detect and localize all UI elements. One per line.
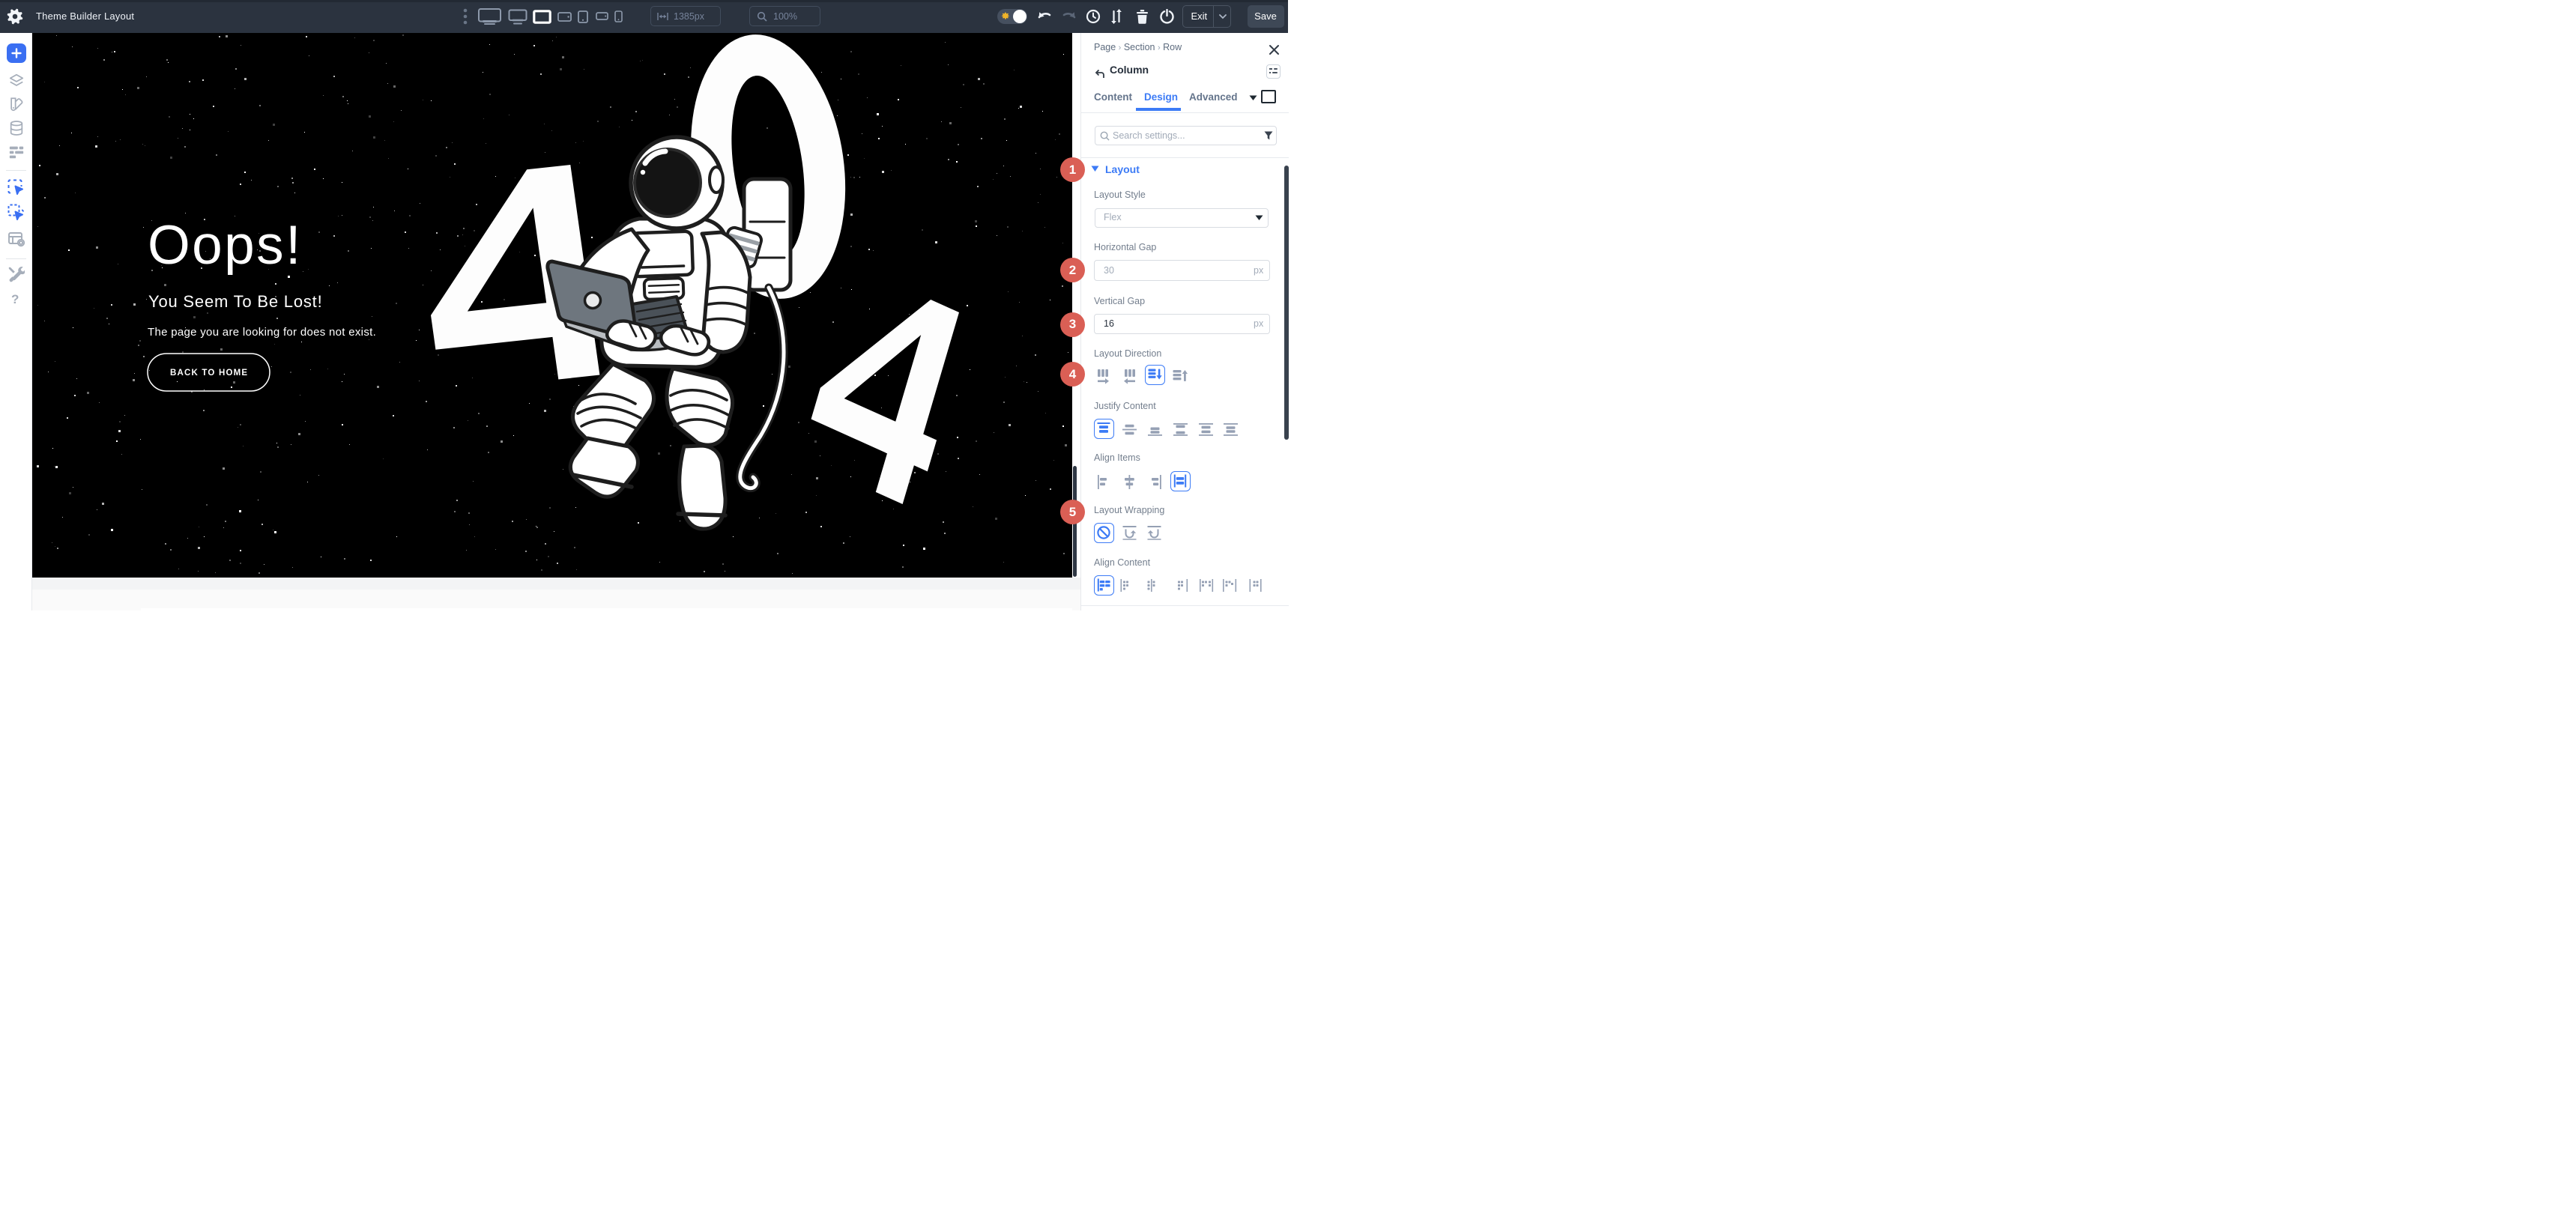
svg-text:BACK TO HOME: BACK TO HOME bbox=[170, 369, 248, 378]
svg-text:Oops!: Oops! bbox=[148, 215, 303, 276]
svg-text:The page you are looking for d: The page you are looking for does not ex… bbox=[148, 326, 376, 339]
svg-text:You Seem To Be Lost!: You Seem To Be Lost! bbox=[148, 292, 323, 311]
